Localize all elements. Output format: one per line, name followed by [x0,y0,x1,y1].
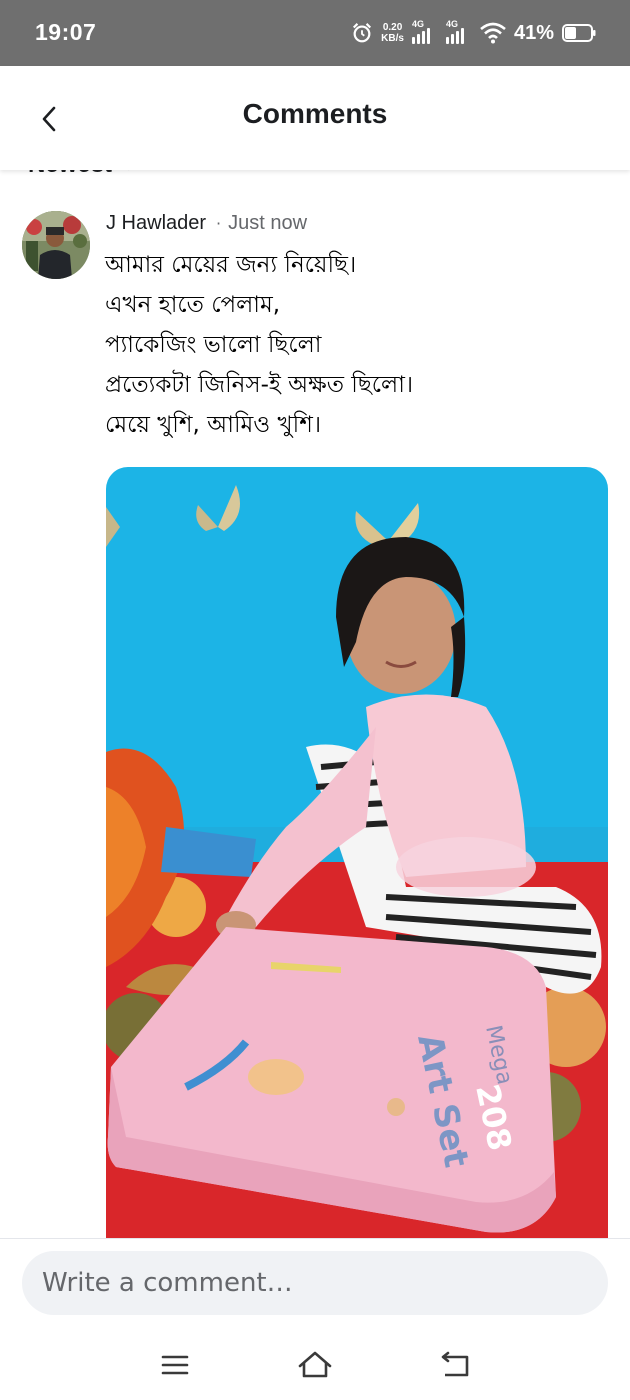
comments-header: Comments [0,66,630,170]
comment-meta: J Hawlader · Just now [106,212,307,235]
alarm-icon [353,23,372,43]
comment-author[interactable]: J Hawlader [106,212,206,235]
home-icon[interactable] [295,1348,335,1382]
comment-line: আমার মেয়ের জন্য নিয়েছি। [105,252,357,278]
avatar[interactable] [22,211,90,279]
battery-icon [562,24,596,42]
comment-input[interactable] [22,1251,608,1315]
signal-label: 4G [445,19,458,29]
comment-line: মেয়ে খুশি, আমিও খুশি। [105,412,322,438]
comment-photo[interactable]: Mega Art Set 208 [106,467,608,1257]
wifi-icon [480,22,506,44]
system-nav-bar [0,1334,630,1400]
network-speed-unit: KB/s [381,33,404,44]
status-icons: 0.20 KB/s 4G 4G 41% [351,18,596,48]
avatar-image [22,211,90,279]
photo-image: Mega Art Set 208 [106,467,608,1257]
comment-composer [0,1238,630,1335]
signal-label: 4G [411,19,424,29]
comment-time: Just now [228,212,308,234]
comment-body: আমার মেয়ের জন্য নিয়েছি। এখন হাতে পেলাম… [105,245,605,445]
back-icon[interactable] [435,1348,475,1382]
meta-separator: · [216,214,222,233]
status-bar: 19:07 0.20 KB/s 4G 4G 41% [0,0,630,66]
signal-icon: 4G [411,19,438,44]
comment-line: প্রত্যেকটা জিনিস-ই অক্ষত ছিলো। [105,372,414,398]
signal-icon: 4G [445,19,472,44]
network-speed: 0.20 KB/s [381,22,404,44]
status-time: 19:07 [35,19,97,45]
menu-icon[interactable] [155,1348,195,1382]
battery-percent: 41% [513,21,554,44]
comment-line: এখন হাতে পেলাম, [105,292,281,318]
network-speed-value: 0.20 [382,22,403,33]
comment-line: প্যাকেজিং ভালো ছিলো [105,332,322,358]
page-title: Comments [242,98,388,129]
